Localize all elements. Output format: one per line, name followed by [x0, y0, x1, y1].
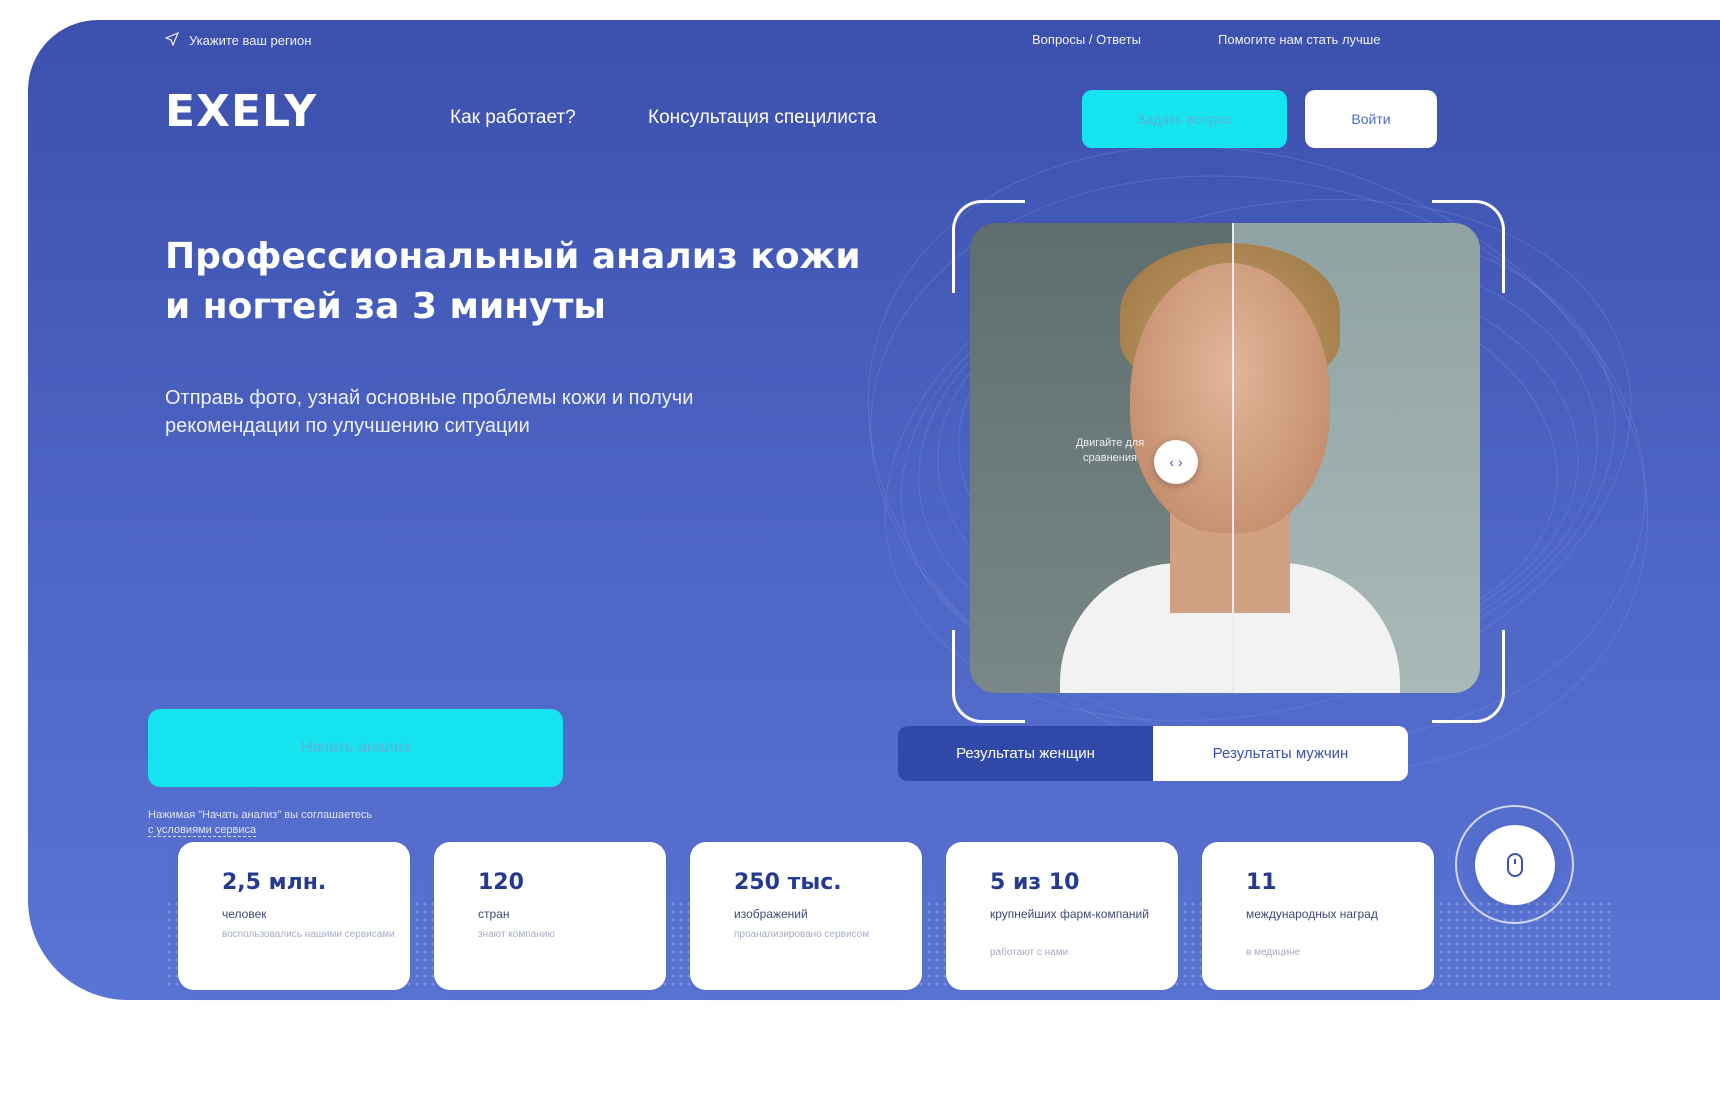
- consent-note: Нажимая "Начать анализ" вы соглашаетесь …: [148, 808, 508, 838]
- stat-label: человек: [222, 907, 267, 921]
- stat-number: 120: [478, 870, 524, 895]
- faq-link[interactable]: Вопросы / Ответы: [1032, 32, 1141, 47]
- frame-corner: [952, 200, 1025, 293]
- stat-card: 120 стран знают компанию: [434, 842, 666, 990]
- comparison-divider: [1232, 223, 1234, 693]
- feedback-link[interactable]: Помогите нам стать лучше: [1218, 32, 1380, 47]
- compare-hint: Двигайте для сравнения: [1075, 437, 1145, 464]
- scroll-down-button[interactable]: [1455, 805, 1574, 924]
- stat-label: крупнейших фарм-компаний: [990, 907, 1149, 921]
- stat-note: работают с нами: [990, 947, 1069, 958]
- stat-note: воспользовались нашими сервисами: [222, 929, 395, 940]
- stat-note: в медицине: [1246, 947, 1301, 958]
- stat-note: проанализировано сервисом: [734, 929, 870, 940]
- results-toggle: Результаты женщин Результаты мужчин: [898, 726, 1408, 781]
- mouse-scroll-icon: [1474, 824, 1555, 905]
- stat-label: изображений: [734, 907, 808, 921]
- logo[interactable]: EXELY: [165, 86, 317, 137]
- page-title: Профессиональный анализ кожи и ногтей за…: [165, 236, 861, 327]
- stat-note: знают компанию: [478, 929, 555, 940]
- login-button[interactable]: Войти: [1305, 90, 1437, 148]
- frame-corner: [1432, 630, 1505, 723]
- stat-number: 11: [1246, 870, 1277, 895]
- model-face: [1130, 263, 1330, 533]
- nav-how-it-works[interactable]: Как работает?: [450, 107, 576, 129]
- start-analysis-button[interactable]: Начать анализ: [148, 709, 563, 787]
- stat-number: 5 из 10: [990, 870, 1080, 895]
- location-arrow-icon: [164, 31, 180, 49]
- ask-question-button[interactable]: Задать вопрос: [1082, 90, 1287, 148]
- region-label: Укажите ваш регион: [189, 33, 312, 48]
- compare-slider-handle[interactable]: ‹ ›: [1154, 440, 1198, 484]
- stat-number: 2,5 млн.: [222, 870, 327, 895]
- hero-subtitle: Отправь фото, узнай основные проблемы ко…: [165, 387, 694, 437]
- stat-card: 11 международных наград в медицине: [1202, 842, 1434, 990]
- comparison-photo[interactable]: [970, 223, 1480, 693]
- stat-number: 250 тыс.: [734, 870, 842, 895]
- stat-card: 250 тыс. изображений проанализировано се…: [690, 842, 922, 990]
- arrows-horizontal-icon: ‹ ›: [1169, 454, 1183, 470]
- frame-corner: [1432, 200, 1505, 293]
- frame-corner: [952, 630, 1025, 723]
- stat-label: международных наград: [1246, 907, 1378, 921]
- region-selector[interactable]: Укажите ваш регион: [164, 31, 312, 49]
- tab-women-results[interactable]: Результаты женщин: [898, 726, 1153, 781]
- terms-link[interactable]: с условиями сервиса: [148, 824, 257, 837]
- tab-men-results[interactable]: Результаты мужчин: [1153, 726, 1408, 781]
- nav-consultation[interactable]: Консультация специлиста: [648, 107, 876, 129]
- stat-card: 2,5 млн. человек воспользовались нашими …: [178, 842, 410, 990]
- stat-label: стран: [478, 907, 510, 921]
- consent-text: Нажимая "Начать анализ" вы соглашаетесь: [148, 809, 373, 821]
- stat-card: 5 из 10 крупнейших фарм-компаний работаю…: [946, 842, 1178, 990]
